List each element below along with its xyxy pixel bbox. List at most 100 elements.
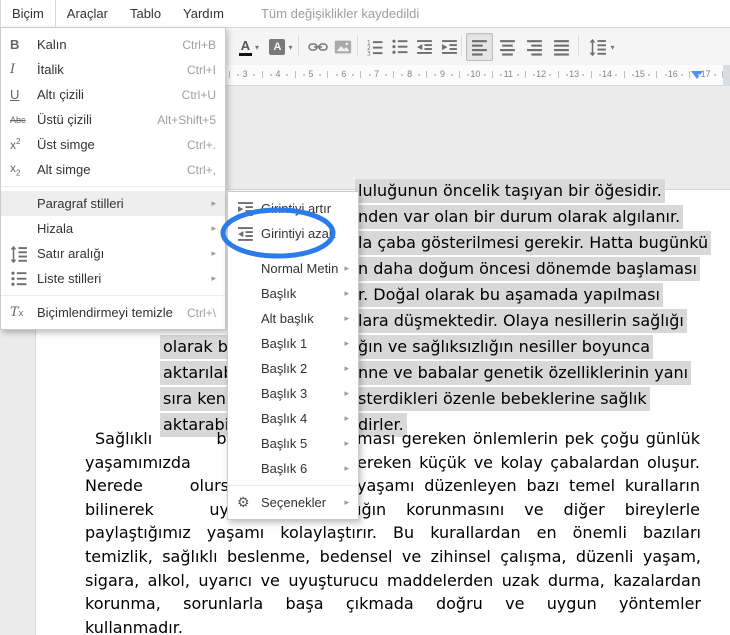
selected-line-left[interactable]: aktarılab <box>160 361 237 385</box>
align-center-button[interactable] <box>494 33 521 61</box>
menu-item-başlık-2[interactable]: Başlık 2 ▸ <box>228 356 358 381</box>
menu-item-i̇talik[interactable]: I İtalik Ctrl+I <box>1 57 225 82</box>
paragraph-line-left[interactable]: yaşamımızda <box>85 452 229 474</box>
selected-line-right[interactable]: luluğunun öncelik taşıyan bir öğesidir. <box>355 179 665 203</box>
indent-increase-button[interactable] <box>437 33 463 61</box>
menu-tablo[interactable]: Tablo <box>119 0 172 27</box>
link-icon <box>308 38 328 56</box>
menu-item-girintiyi-artır[interactable]: Girintiyi artır <box>228 196 358 221</box>
ruler-number: 12 <box>536 69 547 79</box>
menu-separator <box>1 186 225 187</box>
selected-text: aktarılab <box>160 361 237 385</box>
menu-item-üst-simge[interactable]: x2 Üst simge Ctrl+. <box>1 132 225 157</box>
selected-line-right[interactable]: n daha doğum öncesi dönemde başlaması <box>355 257 700 281</box>
selected-line-right[interactable]: la çaba gösterilmesi gerekir. Hatta bugü… <box>355 231 712 255</box>
ruler-dot <box>384 74 387 76</box>
text-color-icon: A <box>238 39 252 56</box>
paragraph-line-left[interactable]: bilinerek uy <box>85 499 229 521</box>
paragraph-line[interactable]: temizlik, sağlıklı beslenme, bedensel ve… <box>85 546 701 568</box>
menu-item-altı-çizili[interactable]: U Altı çizili Ctrl+U <box>1 82 225 107</box>
menu-item-başlık-5[interactable]: Başlık 5 ▸ <box>228 431 358 456</box>
submenu-arrow-icon: ▸ <box>344 288 349 298</box>
italic-icon: I <box>10 62 16 77</box>
menu-item-başlık[interactable]: Başlık ▸ <box>228 281 358 306</box>
paragraph-line-right[interactable]: ması gereken önlemlerin pek çoğu günlük <box>357 428 700 450</box>
selected-line-right[interactable]: nden var olan bir durum olarak algılanır… <box>355 205 684 229</box>
menu-yardım[interactable]: Yardım <box>172 0 235 27</box>
align-justify-button[interactable] <box>548 33 575 61</box>
menu-item-girintiyi-azalt[interactable]: Girintiyi azalt <box>228 221 358 246</box>
selected-line-left[interactable]: olarak b <box>160 335 231 359</box>
indent-decrease-icon <box>237 225 261 243</box>
insert-image-button[interactable] <box>330 33 356 61</box>
link-button[interactable] <box>304 33 332 61</box>
menu-item-kalın[interactable]: B Kalın Ctrl+B <box>1 32 225 57</box>
ruler-dot <box>302 74 305 76</box>
ruler-dot <box>335 74 338 76</box>
paragraph-line-left[interactable]: Sağlıklı bi <box>95 428 231 450</box>
menu-item-alt-simge[interactable]: x2 Alt simge Ctrl+, <box>1 157 225 182</box>
selected-line-left[interactable]: sıra ken <box>160 387 229 411</box>
align-right-button[interactable] <box>521 33 548 61</box>
svg-text:3: 3 <box>367 51 371 56</box>
menu-item-başlık-6[interactable]: Başlık 6 ▸ <box>228 456 358 481</box>
menu-item-başlık-3[interactable]: Başlık 3 ▸ <box>228 381 358 406</box>
menu-item-hizala[interactable]: Hizala ▸ <box>1 216 225 241</box>
ruler-dot <box>549 74 552 76</box>
ruler-dot <box>368 74 371 76</box>
ruler-number: 5 <box>308 69 314 79</box>
text-color-button[interactable]: A ▾ <box>234 33 264 61</box>
ruler-tick <box>689 71 691 78</box>
selected-line-right[interactable]: nne ve babalar genetik özelliklerinin ya… <box>355 361 692 385</box>
menu-item-biçimlendirmeyi-temizle[interactable]: Tx Biçimlendirmeyi temizle Ctrl+\ <box>1 300 225 325</box>
bulleted-list-button[interactable] <box>387 33 413 61</box>
numbered-list-button[interactable]: 123 <box>362 33 388 61</box>
menu-item-alt-başlık[interactable]: Alt başlık ▸ <box>228 306 358 331</box>
submenu-arrow-icon: ▸ <box>211 273 216 283</box>
paragraph-line-right[interactable]: ığın korunmasını ve diğer bireylerle <box>357 499 700 521</box>
selected-line-right[interactable]: lara düşmektedir. Olaya nesillerin sağlı… <box>355 309 687 333</box>
list-styles-icon <box>10 270 37 288</box>
ruler-dot <box>417 74 420 76</box>
selected-line-right[interactable]: sterdikleri özenle bebeklerine sağlık <box>355 387 650 411</box>
paragraph-line[interactable]: korunma, sorunlarla başa çıkmada doğru v… <box>85 593 701 615</box>
submenu-arrow-icon: ▸ <box>344 263 349 273</box>
selected-line-right[interactable]: r. Doğal olarak bu aşamada yapılması <box>355 283 663 307</box>
submenu-arrow-icon: ▸ <box>344 313 349 323</box>
ruler-tick <box>623 71 625 78</box>
menu-item-paragraf-stilleri[interactable]: Paragraf stilleri ▸ <box>1 191 225 216</box>
paragraph-line[interactable]: paylaştığımız yaşamı kolaylaştırır. Bu k… <box>85 522 701 544</box>
ruler-dot <box>681 74 683 76</box>
subscript-icon: x2 <box>10 161 21 178</box>
menu-item-üstü-çizili[interactable]: Abc Üstü çizili Alt+Shift+5 <box>1 107 225 132</box>
ruler-dot <box>352 74 354 76</box>
menu-item-label: Girintiyi artır <box>261 201 332 216</box>
menu-item-satır-aralığı[interactable]: Satır aralığı ▸ <box>1 241 225 266</box>
submenu-arrow-icon: ▸ <box>211 223 216 233</box>
menu-item-başlık-4[interactable]: Başlık 4 ▸ <box>228 406 358 431</box>
menu-item-başlık-1[interactable]: Başlık 1 ▸ <box>228 331 358 356</box>
selected-line-right[interactable]: ğın ve sağlıksızlığın nesiller boyunca <box>355 335 654 359</box>
paragraph-line-right[interactable]: yaşamı düzenleyen bazı temel kuralların <box>357 475 700 497</box>
ruler-tick <box>590 71 592 78</box>
indent-decrease-button[interactable] <box>412 33 438 61</box>
menu-biçim[interactable]: Biçim <box>0 0 56 27</box>
paragraph-line-left[interactable]: Nerede olurs <box>85 475 229 497</box>
selected-text: luluğunun öncelik taşıyan bir öğesidir. <box>355 179 665 203</box>
paragraph-line[interactable]: kullanmadır. <box>85 617 701 635</box>
align-left-button[interactable] <box>466 33 493 61</box>
highlight-color-button[interactable]: A ▾ <box>266 33 296 61</box>
ruler-dot <box>598 74 601 76</box>
menu-araçlar[interactable]: Araçlar <box>56 0 119 27</box>
ruler-tick <box>524 71 526 78</box>
line-spacing-icon <box>10 245 37 263</box>
paragraph-line-right[interactable]: ereken küçük ve kolay çabalardan oluşur. <box>357 452 700 474</box>
menu-item-liste-stilleri[interactable]: Liste stilleri ▸ <box>1 266 225 291</box>
paragraph-line[interactable]: sigara, alkol, uyarıcı ve uyuşturucu mad… <box>85 570 701 592</box>
ruler-number: 17 <box>700 69 711 79</box>
menu-item-seçenekler[interactable]: ⚙ Seçenekler ▸ <box>228 490 358 515</box>
menu-item-label: Alt simge <box>37 162 91 177</box>
submenu-arrow-icon: ▸ <box>211 198 216 208</box>
menu-item-normal-metin[interactable]: Normal Metin ▸ <box>228 256 358 281</box>
line-spacing-button[interactable]: ▾ <box>584 33 620 61</box>
